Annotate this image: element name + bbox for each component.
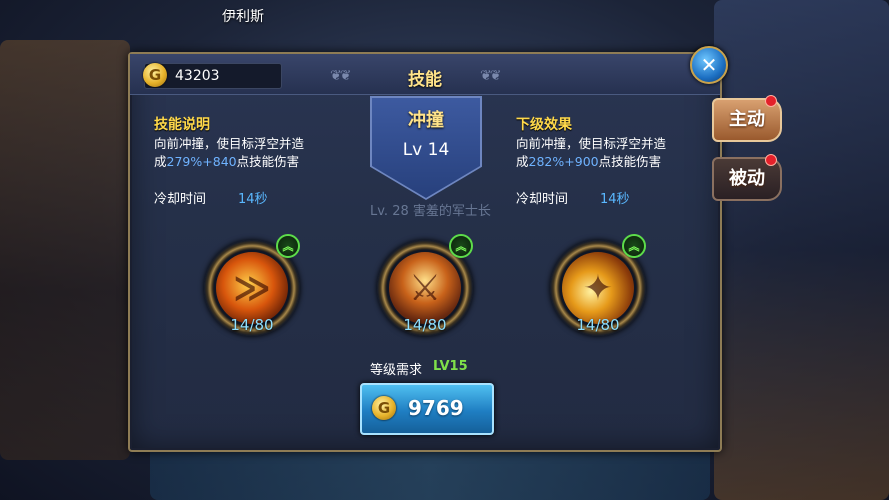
title-ornament-right-icon: ❦❦ bbox=[480, 68, 502, 84]
current-skill-description: 向前冲撞，使目标浮空并造 成279%+840点技能伤害 bbox=[154, 135, 344, 171]
background-scenery-right bbox=[714, 0, 889, 500]
next-cooldown-label: 冷却时间 bbox=[516, 192, 569, 207]
current-cooldown-label: 冷却时间 bbox=[154, 192, 207, 207]
current-skill-heading: 技能说明 bbox=[154, 117, 210, 133]
level-requirement-value: LV15 bbox=[433, 359, 468, 374]
next-desc-line1: 向前冲撞，使目标浮空并造 bbox=[516, 136, 667, 151]
current-damage-flat: +840 bbox=[202, 154, 237, 169]
next-level-description: 向前冲撞，使目标浮空并造 成282%+900点技能伤害 bbox=[516, 135, 706, 171]
upgrade-arrow-icon[interactable]: ︽ bbox=[622, 234, 646, 258]
skill-slot-1[interactable]: ≫ 14/80 ︽ bbox=[204, 234, 300, 336]
next-damage-percent: 282% bbox=[528, 154, 565, 169]
dialog-title: 技能 bbox=[408, 70, 442, 90]
skill-level: Lv 14 bbox=[402, 140, 450, 160]
current-damage-percent: 279% bbox=[166, 154, 203, 169]
notification-dot-icon bbox=[765, 154, 777, 166]
upgrade-cost: 9769 bbox=[408, 396, 464, 420]
next-cooldown-value: 14秒 bbox=[600, 192, 630, 207]
skill-slot-count: 14/80 bbox=[230, 316, 274, 334]
dash-skill-glyph-icon: ≫ bbox=[233, 267, 271, 309]
current-desc-line1: 向前冲撞，使目标浮空并造 bbox=[154, 136, 305, 151]
next-desc-line2: 成282%+900点技能伤害 bbox=[516, 154, 662, 169]
player-name: 伊利斯 bbox=[222, 9, 264, 25]
next-level-heading: 下级效果 bbox=[516, 117, 572, 133]
skill-dialog: G 43203 ❦❦ 技能 ❦❦ Lv. 28 害羞的军士长 冲撞 Lv 14 … bbox=[128, 52, 722, 452]
skill-name: 冲撞 bbox=[408, 110, 444, 131]
next-damage-flat: +900 bbox=[564, 154, 599, 169]
skill-slot-2[interactable]: ⚔ 14/80 ︽ bbox=[377, 234, 473, 336]
warrior-skill-glyph-icon: ⚔ bbox=[408, 267, 442, 309]
skill-slot-3[interactable]: ✦ 14/80 ︽ bbox=[550, 234, 646, 336]
skill-slot-count: 14/80 bbox=[576, 316, 620, 334]
current-cooldown-value: 14秒 bbox=[238, 192, 268, 207]
close-button[interactable]: ✕ bbox=[690, 46, 728, 84]
notification-dot-icon bbox=[765, 95, 777, 107]
upgrade-arrow-icon[interactable]: ︽ bbox=[276, 234, 300, 258]
gold-coin-icon: G bbox=[372, 396, 396, 420]
upgrade-skill-button[interactable]: G 9769 bbox=[360, 383, 494, 435]
background-scenery-left bbox=[0, 40, 130, 460]
upgrade-arrow-icon[interactable]: ︽ bbox=[449, 234, 473, 258]
skill-slot-count: 14/80 bbox=[403, 316, 447, 334]
fire-strike-skill-glyph-icon: ✦ bbox=[582, 267, 614, 309]
level-requirement-label: 等级需求 bbox=[370, 363, 423, 378]
current-desc-line2: 成279%+840点技能伤害 bbox=[154, 154, 300, 169]
background-npc-label: Lv. 28 害羞的军士长 bbox=[370, 204, 491, 219]
dialog-header: G 43203 ❦❦ 技能 ❦❦ bbox=[130, 54, 720, 95]
